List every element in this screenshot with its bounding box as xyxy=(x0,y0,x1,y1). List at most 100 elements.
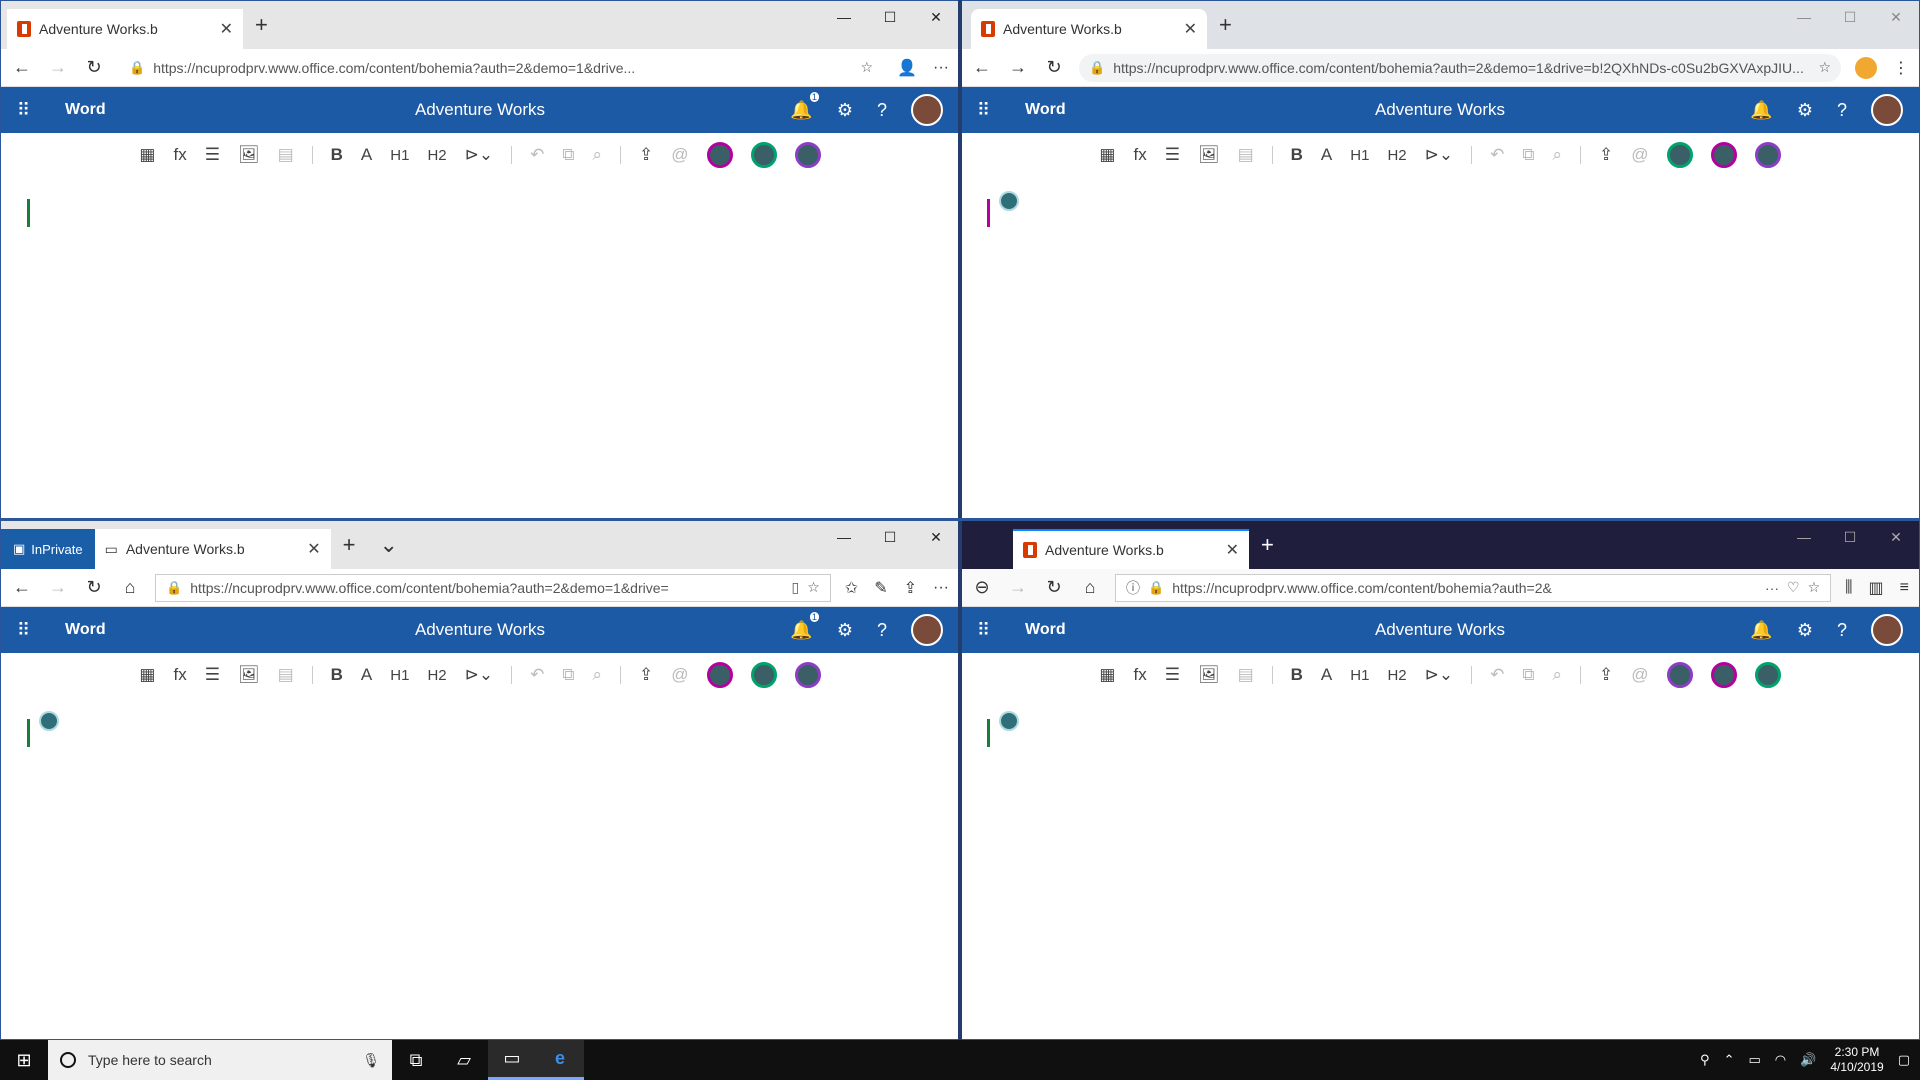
refresh-icon[interactable]: ↻ xyxy=(1043,57,1065,78)
forward-icon[interactable]: → xyxy=(1007,577,1029,598)
new-tab-button[interactable]: + xyxy=(243,12,280,38)
calendar-icon[interactable]: ▤ xyxy=(1238,145,1254,165)
undo-icon[interactable]: ↶ xyxy=(1490,665,1504,685)
list-icon[interactable]: ☰ xyxy=(1165,145,1180,165)
table-icon[interactable]: ▦ xyxy=(1099,145,1115,165)
coauthor-avatar[interactable] xyxy=(1666,142,1693,168)
minimize-button[interactable]: — xyxy=(821,521,867,553)
copy-icon[interactable]: ⧉ xyxy=(562,145,574,165)
wifi-icon[interactable]: ◠ xyxy=(1775,1052,1786,1068)
list-icon[interactable]: ☰ xyxy=(205,665,220,685)
bold-button[interactable]: B xyxy=(331,145,343,165)
list-icon[interactable]: ☰ xyxy=(1165,665,1180,685)
h2-button[interactable]: H2 xyxy=(1387,667,1406,684)
share-icon[interactable]: ⇪ xyxy=(639,665,653,685)
image-icon[interactable]: 🖼 xyxy=(238,665,260,685)
table-icon[interactable]: ▦ xyxy=(139,665,155,685)
app-launcher-icon[interactable]: ⠿ xyxy=(977,621,999,639)
calendar-icon[interactable]: ▤ xyxy=(278,145,294,165)
app-launcher-icon[interactable]: ⠿ xyxy=(17,101,39,119)
h1-button[interactable]: H1 xyxy=(390,147,409,164)
user-avatar[interactable] xyxy=(1871,614,1903,646)
document-canvas[interactable] xyxy=(961,177,1919,519)
copy-icon[interactable]: ⧉ xyxy=(1522,145,1534,165)
search-icon[interactable]: ⌕ xyxy=(593,145,603,165)
microphone-icon[interactable]: 🎙 xyxy=(362,1052,380,1069)
settings-gear-icon[interactable]: ⚙ xyxy=(837,620,853,641)
url-field[interactable]: 🔒 https://ncuprodprv.www.office.com/cont… xyxy=(1079,53,1841,82)
app-launcher-icon[interactable]: ⠿ xyxy=(977,101,999,119)
copy-icon[interactable]: ⧉ xyxy=(562,665,574,685)
info-icon[interactable]: ⓘ xyxy=(1126,578,1140,598)
help-icon[interactable]: ? xyxy=(1837,100,1847,121)
share-icon[interactable]: ⇪ xyxy=(1599,145,1613,165)
coauthor-avatar[interactable] xyxy=(1666,662,1693,688)
user-avatar[interactable] xyxy=(1871,94,1903,126)
notification-bell-icon[interactable]: 🔔 xyxy=(1750,100,1772,121)
tab-list-chevron-icon[interactable]: ⌄ xyxy=(367,532,409,558)
list-icon[interactable]: ☰ xyxy=(205,145,220,165)
image-icon[interactable]: 🖼 xyxy=(1198,665,1220,685)
coauthor-avatar[interactable] xyxy=(1710,662,1737,688)
search-icon[interactable]: ⌕ xyxy=(1553,145,1563,165)
help-icon[interactable]: ? xyxy=(877,620,887,641)
more-menu-icon[interactable]: ··· xyxy=(933,579,949,597)
new-tab-button[interactable]: + xyxy=(331,532,368,558)
new-tab-button[interactable]: + xyxy=(1249,532,1286,558)
h1-button[interactable]: H1 xyxy=(390,667,409,684)
undo-icon[interactable]: ↶ xyxy=(530,665,544,685)
undo-icon[interactable]: ↶ xyxy=(1490,145,1504,165)
h1-button[interactable]: H1 xyxy=(1350,147,1369,164)
favorite-star-icon[interactable]: ☆ xyxy=(807,579,820,596)
edge-icon[interactable]: e xyxy=(536,1040,584,1080)
calendar-icon[interactable]: ▤ xyxy=(1238,665,1254,685)
mention-icon[interactable]: @ xyxy=(671,665,688,685)
user-avatar[interactable] xyxy=(911,94,943,126)
coauthor-avatar[interactable] xyxy=(750,142,777,168)
battery-icon[interactable]: ▭ xyxy=(1748,1052,1760,1068)
page-actions-icon[interactable]: ··· xyxy=(1765,580,1779,596)
document-canvas[interactable] xyxy=(961,697,1919,1039)
profile-avatar[interactable] xyxy=(1855,56,1877,79)
share-icon[interactable]: ⇪ xyxy=(1599,665,1613,685)
browser-tab[interactable]: Adventure Works.b ✕ xyxy=(1013,529,1249,569)
font-button[interactable]: A xyxy=(361,145,372,165)
coauthor-avatar[interactable] xyxy=(706,662,733,688)
formula-icon[interactable]: fx xyxy=(173,665,186,685)
library-icon[interactable]: ⫼ xyxy=(1845,579,1852,597)
home-icon[interactable]: ⌂ xyxy=(1079,577,1101,598)
close-window-button[interactable]: ✕ xyxy=(913,1,959,33)
more-menu-icon[interactable]: ··· xyxy=(933,59,949,77)
pen-icon[interactable]: ✎ xyxy=(874,578,887,598)
notification-bell-icon[interactable]: 🔔 xyxy=(1750,620,1772,641)
coauthor-avatar[interactable] xyxy=(794,662,821,688)
table-icon[interactable]: ▦ xyxy=(1099,665,1115,685)
h2-button[interactable]: H2 xyxy=(1387,147,1406,164)
sidebar-icon[interactable]: ▥ xyxy=(1869,578,1884,598)
maximize-button[interactable]: ☐ xyxy=(1827,1,1873,33)
font-button[interactable]: A xyxy=(1321,665,1332,685)
chevron-up-icon[interactable]: ⌃ xyxy=(1724,1052,1735,1068)
task-view-icon[interactable]: ⧉ xyxy=(392,1040,440,1080)
favorite-star-icon[interactable]: ☆ xyxy=(1818,59,1831,76)
help-icon[interactable]: ? xyxy=(1837,620,1847,641)
bold-button[interactable]: B xyxy=(331,665,343,685)
coauthor-avatar[interactable] xyxy=(1710,142,1737,168)
pocket-icon[interactable]: ♡ xyxy=(1787,579,1800,596)
more-menu-icon[interactable]: ⋮ xyxy=(1893,58,1909,78)
formula-icon[interactable]: fx xyxy=(173,145,186,165)
url-field[interactable]: ⓘ 🔒 https://ncuprodprv.www.office.com/co… xyxy=(1115,573,1832,602)
close-tab-icon[interactable]: ✕ xyxy=(220,19,233,39)
highlight-dropdown-icon[interactable]: ⊳⌄ xyxy=(465,145,494,165)
minimize-button[interactable]: — xyxy=(1781,521,1827,553)
refresh-icon[interactable]: ↻ xyxy=(83,577,105,598)
highlight-dropdown-icon[interactable]: ⊳⌄ xyxy=(465,665,494,685)
hamburger-menu-icon[interactable]: ≡ xyxy=(1900,579,1909,597)
browser-tab[interactable]: ▭ Adventure Works.b ✕ xyxy=(94,529,331,569)
minimize-button[interactable]: — xyxy=(821,1,867,33)
share-icon[interactable]: ⇪ xyxy=(639,145,653,165)
close-tab-icon[interactable]: ✕ xyxy=(1226,540,1239,560)
app-launcher-icon[interactable]: ⠿ xyxy=(17,621,39,639)
bold-button[interactable]: B xyxy=(1291,665,1303,685)
refresh-icon[interactable]: ↻ xyxy=(83,57,105,78)
